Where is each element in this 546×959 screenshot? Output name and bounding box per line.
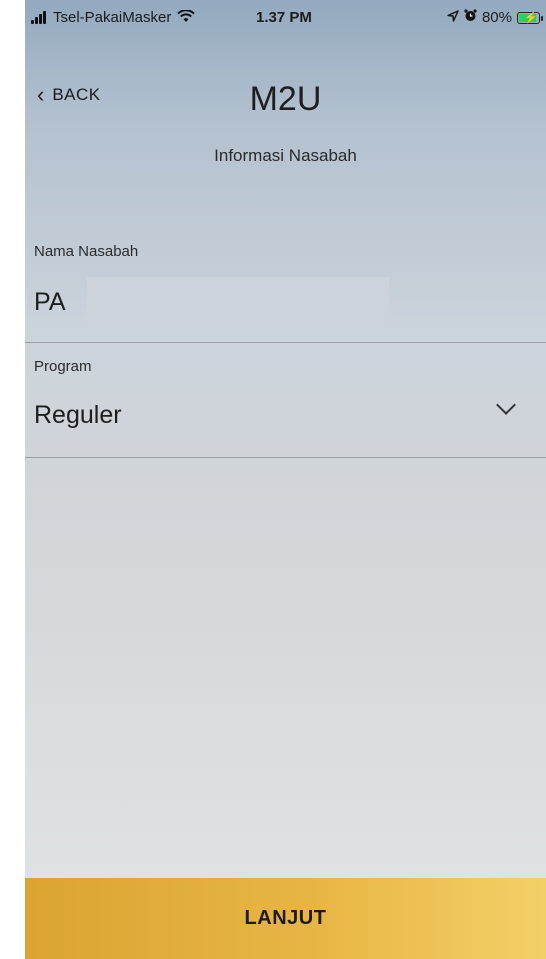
divider <box>25 457 546 458</box>
carrier-name: Tsel-PakaiMasker <box>53 9 172 26</box>
customer-name-label: Nama Nasabah <box>34 243 139 260</box>
customer-name-prefix: PA <box>34 288 66 316</box>
status-right: 80% ⚡ <box>447 9 543 26</box>
status-time: 1.37 PM <box>256 9 312 26</box>
signal-icon <box>31 11 49 24</box>
page-subtitle: Informasi Nasabah <box>214 146 357 165</box>
location-icon <box>447 9 459 26</box>
app-title: M2U <box>249 80 322 118</box>
next-button-label: LANJUT <box>244 907 327 929</box>
app-screen: Tsel-PakaiMasker 1.37 PM 80% ⚡ ‹ BACK M2… <box>25 0 546 959</box>
chevron-down-icon <box>496 395 516 415</box>
battery-charging-icon: ⚡ <box>517 11 543 24</box>
status-bar: Tsel-PakaiMasker 1.37 PM 80% ⚡ <box>25 0 546 40</box>
program-label: Program <box>34 358 92 375</box>
status-left: Tsel-PakaiMasker <box>31 8 196 26</box>
wifi-icon <box>177 8 196 26</box>
redaction-box <box>87 277 389 325</box>
next-button[interactable]: LANJUT <box>25 878 546 959</box>
battery-percent: 80% <box>481 9 512 26</box>
program-value: Reguler <box>34 401 122 429</box>
divider <box>25 342 546 343</box>
alarm-icon <box>464 9 477 26</box>
